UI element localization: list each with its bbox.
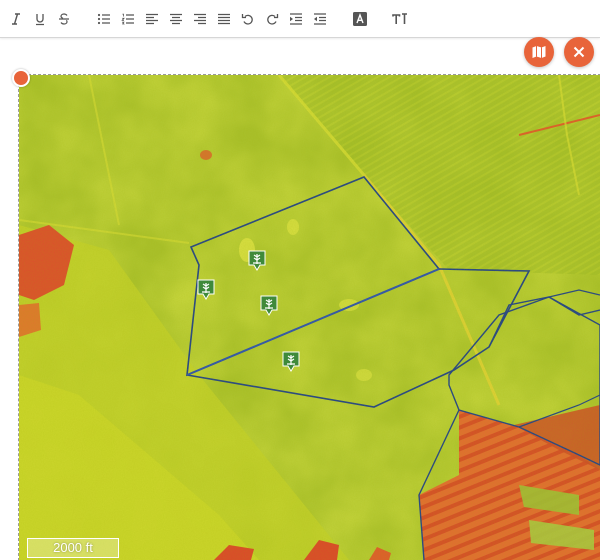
resize-handle[interactable] <box>12 69 30 87</box>
crop-marker-icon <box>248 250 266 271</box>
redo-icon <box>267 13 279 25</box>
bulleted-list-icon <box>97 13 110 24</box>
numbered-list-button[interactable] <box>116 7 140 31</box>
redo-button[interactable] <box>260 7 284 31</box>
map-scale-bar: 2000 ft <box>27 538 119 558</box>
align-justify-icon <box>218 13 230 24</box>
align-left-icon <box>146 13 158 24</box>
align-justify-button[interactable] <box>212 7 236 31</box>
editor-toolbar <box>0 0 600 38</box>
underline-icon <box>36 13 44 25</box>
numbered-list-icon <box>121 13 134 24</box>
crop-marker-icon <box>282 351 300 372</box>
italic-button[interactable] <box>4 7 28 31</box>
map-image[interactable]: 2000 ft <box>18 74 600 560</box>
align-center-icon <box>170 13 182 24</box>
crop-marker[interactable] <box>197 279 215 301</box>
field-heatmap <box>19 75 600 560</box>
map-view-button[interactable] <box>524 37 554 67</box>
align-right-icon <box>194 13 206 24</box>
indent-icon <box>290 12 302 25</box>
close-button[interactable] <box>564 37 594 67</box>
undo-icon <box>241 13 253 25</box>
strikethrough-icon <box>59 12 69 25</box>
text-color-icon <box>353 11 367 26</box>
crop-marker[interactable] <box>282 351 300 373</box>
map-icon <box>532 46 546 58</box>
close-icon <box>573 46 585 58</box>
font-size-icon <box>392 12 407 24</box>
outdent-icon <box>314 12 326 25</box>
crop-marker[interactable] <box>260 295 278 317</box>
italic-icon <box>12 12 20 25</box>
crop-marker-icon <box>260 295 278 316</box>
underline-button[interactable] <box>28 7 52 31</box>
text-color-button[interactable] <box>348 7 372 31</box>
outdent-button[interactable] <box>308 7 332 31</box>
font-size-button[interactable] <box>388 7 412 31</box>
crop-marker[interactable] <box>248 250 266 272</box>
align-center-button[interactable] <box>164 7 188 31</box>
align-left-button[interactable] <box>140 7 164 31</box>
crop-marker-icon <box>197 279 215 300</box>
align-right-button[interactable] <box>188 7 212 31</box>
strikethrough-button[interactable] <box>52 7 76 31</box>
undo-button[interactable] <box>236 7 260 31</box>
indent-button[interactable] <box>284 7 308 31</box>
bulleted-list-button[interactable] <box>92 7 116 31</box>
